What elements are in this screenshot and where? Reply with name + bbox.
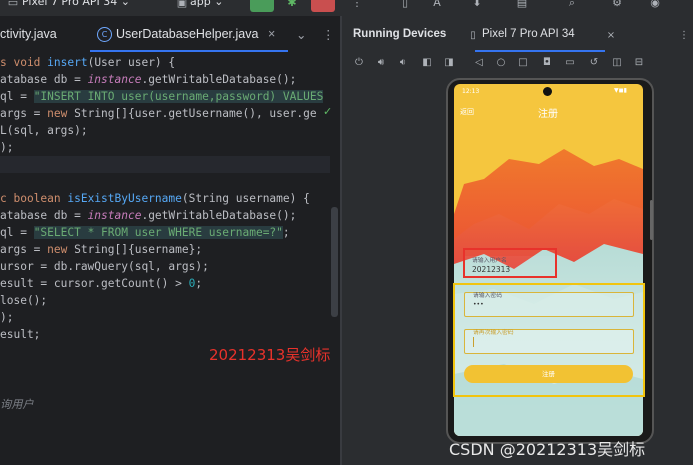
author-watermark: 20212313吴剑标 [209, 346, 331, 364]
top-toolbar: ▭ Pixel 7 Pro API 34 ⌄ ▣ app ⌄ ✱ ⋮ ▯ A ⬇… [0, 0, 693, 16]
editor-menu-icon[interactable]: ⋮ [322, 27, 335, 42]
device-selector[interactable]: Pixel 7 Pro API 34 ⌄ [22, 0, 130, 8]
code-line: L(sql, args); [0, 124, 88, 137]
code-line: args = new String[]{user.getUsername(), … [0, 107, 317, 120]
phone-icon: ▯ [470, 30, 476, 41]
tab-activity[interactable]: ctivity.java [0, 27, 57, 41]
code-line: atabase db = instance.getWritableDatabas… [0, 73, 297, 86]
highlight-box-red [463, 248, 557, 278]
volume-down-icon[interactable]: 🔉︎ [396, 56, 410, 70]
sdk-manager-icon[interactable]: ⬇ [470, 0, 484, 10]
code-line: s void insert(User user) { [0, 56, 176, 69]
code-line: atabase db = instance.getWritableDatabas… [0, 209, 297, 222]
chevron-down-icon[interactable]: ⌄ [296, 27, 306, 42]
phone-side-button [650, 200, 653, 240]
run-config-selector[interactable]: app ⌄ [190, 0, 223, 8]
close-icon[interactable]: × [604, 29, 618, 43]
back-icon[interactable]: ◁ [472, 56, 486, 70]
code-line: ql = "SELECT * FROM user WHERE username=… [0, 226, 290, 239]
device-manager-icon[interactable]: ▯ [398, 0, 412, 10]
code-comment: 询用户 [0, 398, 34, 411]
class-icon: C [97, 27, 112, 42]
camera-cutout [543, 87, 552, 96]
code-line: esult; [0, 328, 41, 341]
extended-controls-icon[interactable]: ◫ [610, 56, 624, 70]
running-devices-title: Running Devices [353, 28, 447, 40]
fold-icon[interactable]: ⊟ [632, 56, 646, 70]
debug-icon[interactable]: ✱ [285, 0, 299, 10]
chevron-down-icon: ⌄ [120, 0, 130, 8]
stop-button[interactable] [311, 0, 335, 12]
tab-device[interactable]: Pixel 7 Pro API 34 [482, 28, 575, 40]
search-icon[interactable]: ⌕ [565, 0, 579, 10]
close-icon[interactable]: × [268, 27, 275, 41]
back-button[interactable]: 返回 [460, 107, 474, 117]
layout-inspector-icon[interactable]: ▤ [515, 0, 529, 10]
run-button[interactable] [250, 0, 274, 12]
page-title: 注册 [538, 109, 558, 120]
run-config-label: app [190, 0, 211, 8]
rotate-right-icon[interactable]: ◨ [442, 56, 456, 70]
tab-userdatabasehelper[interactable]: UserDatabaseHelper.java [116, 27, 258, 41]
overview-icon[interactable]: □ [516, 56, 530, 70]
code-line: ); [0, 311, 14, 324]
power-icon[interactable]: ⏻ [352, 56, 366, 70]
device-selector-label: Pixel 7 Pro API 34 [22, 0, 118, 8]
gear-icon[interactable]: ⚙ [610, 0, 624, 10]
reset-icon[interactable]: ↺ [587, 56, 601, 70]
panel-menu-icon[interactable]: ⋮ [677, 29, 691, 43]
editor-tab-bar: ctivity.java C UserDatabaseHelper.java ×… [0, 18, 340, 53]
editor-scrollbar[interactable] [331, 207, 338, 317]
code-line: ); [0, 141, 14, 154]
home-icon[interactable]: ○ [494, 56, 508, 70]
battery-icon: ▼◼▮ [614, 87, 627, 94]
translate-icon[interactable]: A [430, 0, 444, 10]
record-icon[interactable]: ▭ [563, 56, 577, 70]
code-line: args = new String[]{username}; [0, 243, 203, 256]
status-time: 12:13 [462, 88, 480, 95]
code-line: ursor = db.rawQuery(sql, args); [0, 260, 209, 273]
check-icon: ✓ [323, 105, 333, 118]
device-icon: ▭ [7, 0, 19, 9]
chevron-down-icon: ⌄ [214, 0, 224, 8]
current-line-highlight [0, 156, 330, 173]
camera-icon[interactable]: ◘ [540, 56, 554, 70]
more-actions-icon[interactable]: ⋮ [350, 0, 364, 10]
volume-up-icon[interactable]: 🔊︎ [374, 56, 388, 70]
highlight-box-yellow [453, 283, 645, 397]
active-tab-indicator [475, 50, 605, 52]
code-line: lose(); [0, 294, 48, 307]
csdn-watermark: CSDN @20212313吴剑标 [449, 440, 646, 459]
device-toolbar: ⏻ 🔊︎ 🔉︎ ◧ ◨ ◁ ○ □ ◘ ▭ ↺ ◫ ⊟ [342, 54, 693, 74]
rotate-left-icon[interactable]: ◧ [420, 56, 434, 70]
app-module-icon: ▣ [176, 0, 188, 9]
account-icon[interactable]: ◉ [648, 0, 662, 10]
code-line: esult = cursor.getCount() > 0; [0, 277, 203, 290]
code-line: ql = "INSERT INTO user(username,password… [0, 90, 324, 103]
code-line: c boolean isExistByUsername(String usern… [0, 192, 310, 205]
